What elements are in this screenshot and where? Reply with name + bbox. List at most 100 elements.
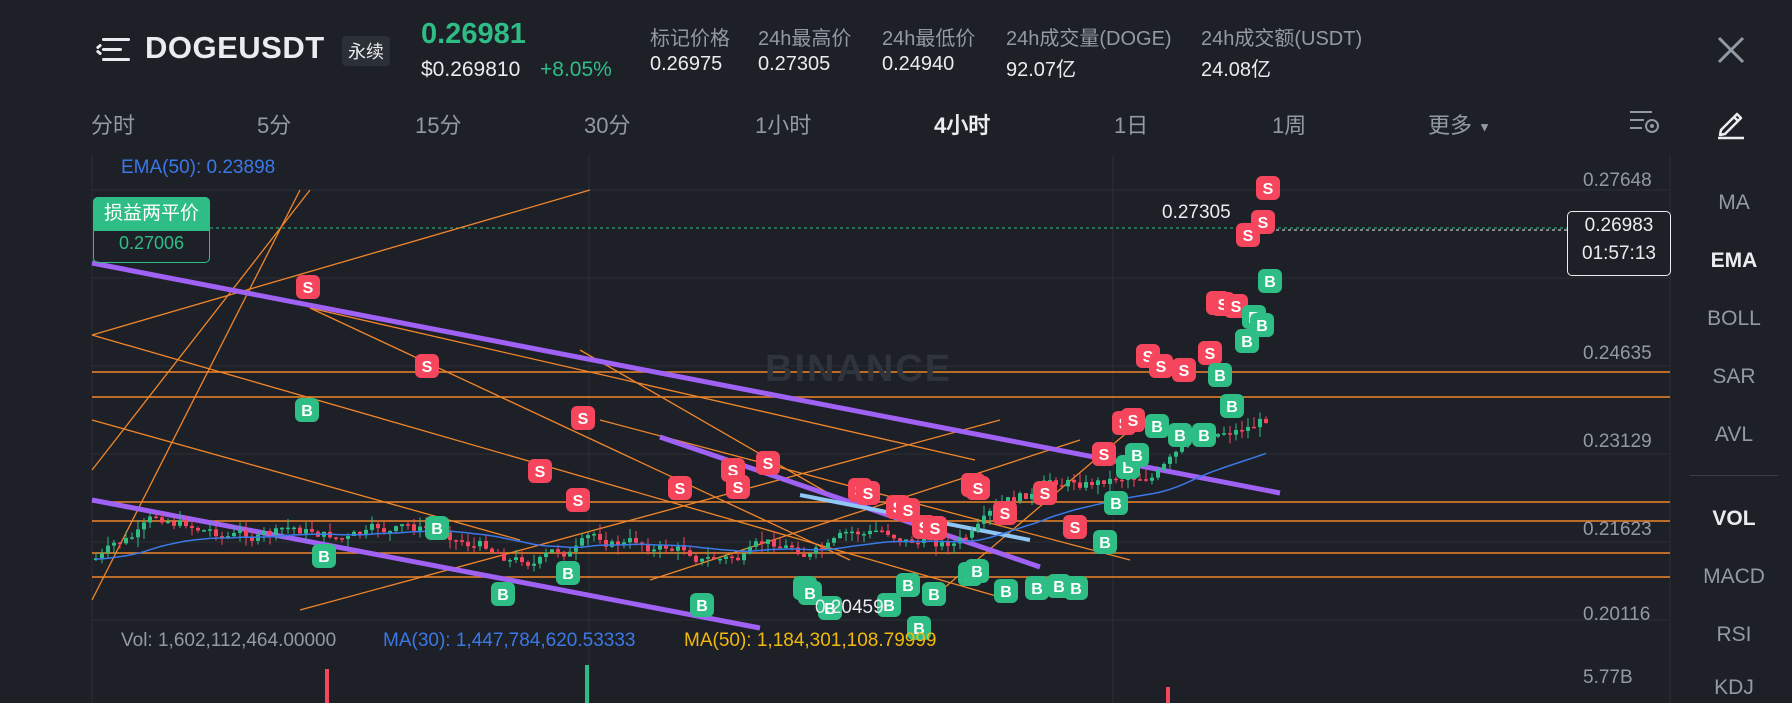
candle-body xyxy=(856,531,860,535)
volume-axis-tick: 5.77B xyxy=(1583,667,1633,688)
candle-body xyxy=(1174,451,1178,457)
candle-body xyxy=(598,534,602,540)
candle-body xyxy=(178,520,182,526)
candle-body xyxy=(334,537,338,539)
high-price-marker: 0.27305 xyxy=(1162,202,1231,223)
candle-body xyxy=(802,554,806,557)
candle-body xyxy=(478,540,482,547)
candle-body xyxy=(232,532,236,537)
buy-marker-label: B xyxy=(1214,368,1226,385)
candle-body xyxy=(142,522,146,530)
sell-marker-label: S xyxy=(1156,359,1167,376)
candle-body xyxy=(124,538,128,544)
candle-body xyxy=(406,524,410,526)
buy-marker-label: B xyxy=(696,598,708,615)
candle-body xyxy=(382,528,386,533)
candle-body xyxy=(202,530,206,532)
sell-marker-label: S xyxy=(1128,413,1139,430)
price-axis-tick: 0.27648 xyxy=(1583,170,1652,191)
buy-marker-label: B xyxy=(928,587,940,604)
candle-body xyxy=(1108,478,1112,484)
candle-body xyxy=(454,540,458,542)
candle-body xyxy=(394,526,398,532)
breakeven-price-title: 损益两平价 xyxy=(93,197,210,231)
sell-marker-label: S xyxy=(973,481,984,498)
candle-body xyxy=(1168,456,1172,464)
candle-body xyxy=(1156,470,1160,478)
candle-body xyxy=(262,531,266,535)
candle-body xyxy=(1246,426,1250,431)
sell-marker-label: S xyxy=(1231,299,1242,316)
candle-body xyxy=(1066,480,1070,487)
candle-body xyxy=(916,542,920,545)
candle-body xyxy=(706,557,710,559)
candle-body xyxy=(646,544,650,552)
candle-body xyxy=(694,555,698,562)
candle-body xyxy=(292,527,296,530)
candle-body xyxy=(208,529,212,531)
candle-body xyxy=(820,547,824,550)
candle-body xyxy=(400,524,404,527)
buy-marker-label: B xyxy=(1000,584,1012,601)
buy-marker-label: B xyxy=(1174,428,1186,445)
candle-body xyxy=(166,521,170,524)
candle-body xyxy=(964,537,968,540)
candle-body xyxy=(496,552,500,554)
candle-body xyxy=(778,546,782,549)
candle-body xyxy=(628,538,632,543)
sell-marker-label: S xyxy=(763,456,774,473)
candle-body xyxy=(772,539,776,547)
candle-body xyxy=(196,527,200,531)
candle-body xyxy=(886,530,890,535)
candle-body xyxy=(1096,480,1100,485)
binance-watermark: BINANCE xyxy=(765,348,953,390)
candle-body xyxy=(1234,429,1238,435)
candle-body xyxy=(652,549,656,552)
candle-body xyxy=(1024,493,1028,499)
candle-body xyxy=(286,527,290,530)
candle-body xyxy=(874,530,878,533)
candle-body xyxy=(688,550,692,556)
sell-marker-label: S xyxy=(1070,520,1081,537)
sell-marker-label: S xyxy=(903,503,914,520)
sell-marker-label: S xyxy=(1040,486,1051,503)
candle-body xyxy=(514,557,518,561)
vol-ma50-legend: MA(50): 1,184,301,108.79999 xyxy=(684,630,937,651)
candle-body xyxy=(100,553,104,559)
candle-body xyxy=(718,558,722,561)
candle-body xyxy=(274,528,278,535)
sell-marker-label: S xyxy=(422,359,433,376)
buy-marker-label: B xyxy=(431,521,443,538)
sell-marker-label: S xyxy=(535,464,546,481)
candle-body xyxy=(346,536,350,539)
candle-body xyxy=(742,553,746,561)
current-price-value: 0.26983 xyxy=(1584,215,1654,236)
buy-marker-label: B xyxy=(1226,399,1238,416)
buy-marker-label: B xyxy=(1031,581,1043,598)
candle-body xyxy=(1162,463,1166,471)
candle-body xyxy=(472,546,476,548)
candle-body xyxy=(892,534,896,539)
candle-body xyxy=(610,541,614,547)
candle-body xyxy=(862,534,866,536)
candle-body xyxy=(106,545,110,554)
candle-body xyxy=(712,557,716,560)
candle-body xyxy=(682,546,686,551)
candle-body xyxy=(1222,433,1226,435)
price-axis-tick: 0.24635 xyxy=(1583,343,1652,364)
buy-marker-label: B xyxy=(1053,579,1065,596)
candle-body xyxy=(304,529,308,534)
candle-body xyxy=(1240,429,1244,432)
candle-body xyxy=(970,530,974,538)
candle-body xyxy=(700,558,704,562)
candle-body xyxy=(280,527,284,530)
candle-body xyxy=(370,523,374,530)
buy-marker-label: B xyxy=(1241,334,1253,351)
buy-marker-label: B xyxy=(1099,535,1111,552)
candle-body xyxy=(976,523,980,531)
buy-marker-label: B xyxy=(1151,419,1163,436)
candle-body xyxy=(958,537,962,544)
vol-legend: Vol: 1,602,112,464.00000 xyxy=(121,630,337,651)
volume-bar xyxy=(585,665,589,703)
sell-marker-label: S xyxy=(1179,363,1190,380)
